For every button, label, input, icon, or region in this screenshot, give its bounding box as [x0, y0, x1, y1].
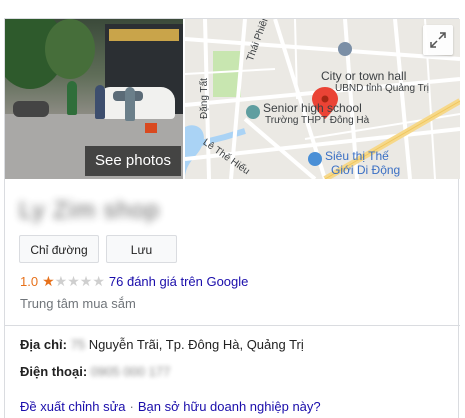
directions-button[interactable]: Chỉ đường	[19, 235, 99, 263]
star-empty-icon: ★	[54, 273, 68, 289]
business-photo[interactable]: See photos	[5, 19, 183, 179]
star-empty-icon: ★	[67, 273, 80, 289]
media-header: See photos Thái Phiên Đặng Tất Lê Thế Hi…	[5, 19, 460, 179]
own-business-link[interactable]: Bạn sở hữu doanh nghiệp này?	[138, 399, 321, 414]
city-hall-marker	[338, 42, 352, 56]
footer-links: Đề xuất chỉnh sửa · Bạn sở hữu doanh nghiệ…	[20, 399, 321, 414]
photo-person	[95, 85, 105, 119]
map-label-city-hall: City or town hall	[321, 69, 407, 83]
footer-separator: ·	[129, 399, 134, 414]
photo-bucket	[145, 123, 157, 133]
photo-shop-sign	[109, 29, 179, 41]
map-preview[interactable]: Thái Phiên Đặng Tất Lê Thế Hiếu City or …	[185, 19, 460, 179]
map-label-supermarket: Siêu thị Thế	[325, 149, 389, 163]
photo-person	[67, 81, 77, 115]
rating-row: 1.0 ★★★★★ 76 đánh giá trên Google	[20, 273, 248, 290]
reviews-link[interactable]: 76 đánh giá trên Google	[109, 274, 249, 289]
see-photos-button[interactable]: See photos	[85, 146, 181, 176]
expand-icon	[430, 32, 446, 48]
map-label-street: Đặng Tất	[199, 78, 210, 119]
save-button[interactable]: Lưu	[106, 235, 177, 263]
business-name: Ly Zim shop	[19, 197, 160, 224]
phone-row: Điện thoại: 0905 000 177	[20, 364, 170, 379]
supermarket-marker	[308, 152, 322, 166]
address-row: Địa chỉ: 75 Nguyễn Trãi, Tp. Đông Hà, Qu…	[20, 337, 304, 352]
map-label-school-sub: Trường THPT Đông Hà	[265, 115, 370, 126]
rating-value: 1.0	[20, 274, 39, 289]
address-value[interactable]: Nguyễn Trãi, Tp. Đông Hà, Quảng Trị	[89, 337, 304, 352]
address-label: Địa chỉ:	[20, 337, 67, 352]
star-rating: ★★★★★	[42, 273, 105, 290]
star-empty-icon: ★	[92, 273, 105, 289]
knowledge-panel: See photos Thái Phiên Đặng Tất Lê Thế Hi…	[4, 18, 460, 418]
star-empty-icon: ★	[79, 273, 93, 289]
map-label-city-hall-sub: UBND tỉnh Quảng Trị	[335, 83, 429, 94]
photo-motorbike	[13, 101, 49, 117]
phone-value[interactable]: 0905 000 177	[91, 364, 171, 379]
phone-label: Điện thoại:	[20, 364, 88, 379]
address-number: 75	[70, 337, 86, 352]
business-category: Trung tâm mua sắm	[20, 296, 136, 311]
photo-person	[125, 87, 135, 121]
divider	[5, 325, 460, 326]
suggest-edit-link[interactable]: Đề xuất chỉnh sửa	[20, 399, 126, 414]
school-marker	[246, 105, 260, 119]
star-filled-icon: ★	[42, 273, 55, 289]
photo-tree	[45, 19, 95, 79]
map-label-supermarket-sub: Giới Di Động	[331, 163, 401, 177]
expand-map-button[interactable]	[423, 25, 453, 55]
map-label-school: Senior high school	[263, 101, 362, 115]
